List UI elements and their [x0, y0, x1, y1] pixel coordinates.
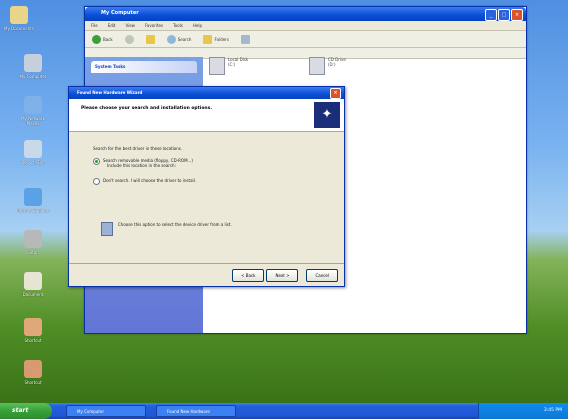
dialog-heading: Please choose your search and installati…	[81, 106, 213, 111]
internet-explorer-icon	[24, 188, 42, 206]
cancel-button[interactable]: Cancel	[306, 269, 338, 282]
desktop-icon-document[interactable]: Document	[16, 272, 50, 297]
views-button[interactable]	[238, 34, 253, 45]
start-button[interactable]: start	[0, 403, 52, 419]
search-icon	[166, 34, 176, 44]
forward-button[interactable]	[122, 34, 137, 45]
network-icon	[24, 96, 42, 114]
dialog-footer: < Back Next > Cancel	[69, 263, 344, 286]
dialog-body: Search for the best driver in these loca…	[69, 132, 344, 272]
menu-view[interactable]: View	[125, 23, 135, 28]
menu-edit[interactable]: Edit	[108, 23, 116, 28]
info-icon	[101, 222, 113, 236]
search-button[interactable]: Search	[164, 34, 195, 45]
hardware-wizard-icon: ✦	[314, 102, 340, 128]
desktop-icon-my-computer[interactable]: My Computer	[16, 54, 50, 79]
desktop-icon-internet-explorer[interactable]: Internet Explorer	[16, 188, 50, 213]
dialog-header: Please choose your search and installati…	[69, 99, 344, 132]
dialog-title: Found New Hardware Wizard	[77, 90, 143, 95]
search-option-radio[interactable]: Search removable media (floppy, CD-ROM..…	[93, 158, 193, 168]
dont-search-option-radio[interactable]: Don't search. I will choose the driver t…	[93, 178, 196, 185]
radio-unselected[interactable]	[93, 178, 100, 185]
document-icon	[24, 272, 42, 290]
recycle-bin-icon	[24, 140, 42, 158]
close-button[interactable]: ×	[511, 9, 523, 21]
desktop-icon-recycle-bin[interactable]: Recycle Bin	[16, 140, 50, 165]
dialog-titlebar[interactable]: Found New Hardware Wizard ×	[69, 87, 344, 99]
drive-icon	[209, 57, 225, 75]
cd-drive-icon	[309, 57, 325, 75]
explorer-titlebar[interactable]: My Computer _ □ ×	[85, 7, 526, 21]
clock[interactable]: 3:45 PM	[544, 408, 562, 413]
taskbar-item-wizard[interactable]: Found New Hardware	[156, 405, 236, 417]
shortcut-icon	[24, 360, 42, 378]
back-button[interactable]: < Back	[232, 269, 265, 282]
desktop-icon-shortcut-2[interactable]: Shortcut	[16, 360, 50, 385]
file-list: Local Disk (C:) CD Drive (D:)	[209, 57, 389, 75]
setup-icon	[24, 230, 42, 248]
shortcut-icon	[24, 318, 42, 336]
menu-tools[interactable]: Tools	[173, 23, 183, 28]
list-item[interactable]: Local Disk (C:)	[209, 57, 289, 75]
search-question: Search for the best driver in these loca…	[93, 146, 183, 151]
next-button[interactable]: Next >	[266, 269, 299, 282]
menu-file[interactable]: File	[91, 23, 98, 28]
taskbar: start My Computer Found New Hardware 3:4…	[0, 403, 568, 419]
menubar: File Edit View Favorites Tools Help	[85, 21, 526, 31]
folders-button[interactable]: Folders	[200, 34, 231, 45]
desktop-icon-shortcut-1[interactable]: Shortcut	[16, 318, 50, 343]
system-tray: 3:45 PM	[478, 403, 568, 419]
menu-favorites[interactable]: Favorites	[145, 23, 163, 28]
views-icon	[240, 34, 250, 44]
back-button[interactable]: Back	[89, 34, 116, 45]
menu-help[interactable]: Help	[193, 23, 202, 28]
desktop-icon-my-documents[interactable]: My Documents	[2, 6, 36, 31]
explorer-title: My Computer	[101, 10, 139, 16]
desktop-icon-setup[interactable]: Setup	[16, 230, 50, 255]
up-folder-button[interactable]	[143, 34, 158, 45]
computer-icon	[24, 54, 42, 72]
up-folder-icon	[145, 34, 155, 44]
toolbar: Back Search Folders	[85, 31, 526, 48]
dialog-close-button[interactable]: ×	[330, 88, 341, 99]
maximize-button[interactable]: □	[498, 9, 510, 21]
desktop-icon-network[interactable]: My Network Places	[16, 96, 50, 126]
taskbar-item-my-computer[interactable]: My Computer	[66, 405, 146, 417]
minimize-button[interactable]: _	[485, 9, 497, 21]
info-note: Choose this option to select the device …	[101, 222, 232, 236]
hardware-wizard-dialog: Found New Hardware Wizard × Please choos…	[68, 86, 345, 287]
list-item[interactable]: CD Drive (D:)	[309, 57, 389, 75]
folders-icon	[203, 34, 213, 44]
task-panel-header[interactable]: System Tasks	[91, 61, 197, 73]
radio-selected[interactable]	[93, 158, 100, 165]
back-arrow-icon	[92, 34, 101, 44]
folder-icon	[10, 6, 28, 24]
forward-arrow-icon	[124, 34, 134, 44]
